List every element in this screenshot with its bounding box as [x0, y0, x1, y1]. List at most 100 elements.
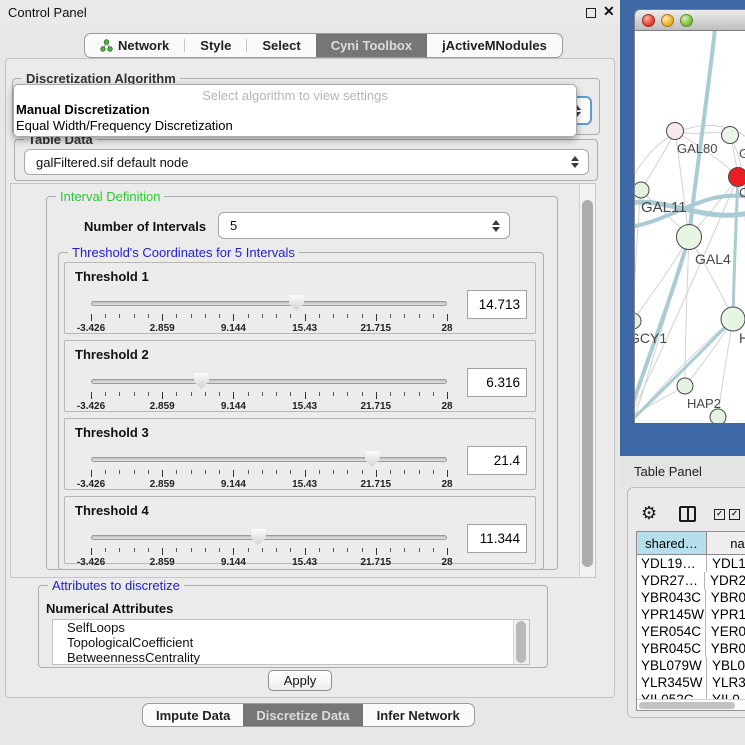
- svg-text:GAL80: GAL80: [677, 141, 717, 156]
- interval-definition-title: Interval Definition: [56, 189, 164, 204]
- slider-thumb[interactable]: [365, 451, 380, 467]
- column-header-shared-name[interactable]: shared…: [637, 532, 707, 555]
- table-row[interactable]: YDL19…YDL1: [637, 555, 745, 572]
- tab-style[interactable]: Style: [185, 34, 246, 57]
- control-panel-tab-bar: Network Style Select Cyni Toolbox jActiv…: [84, 33, 563, 58]
- gear-icon[interactable]: ⚙: [641, 503, 657, 524]
- algorithm-placeholder: Select algorithm to view settings: [14, 85, 576, 102]
- scrollbar-thumb[interactable]: [582, 200, 593, 567]
- tab-select[interactable]: Select: [247, 34, 315, 57]
- table-panel-title: Table Panel: [620, 464, 702, 479]
- algorithm-option-manual[interactable]: Manual Discretization: [14, 102, 576, 118]
- list-item[interactable]: SelfLoops: [53, 620, 529, 635]
- table-row[interactable]: YLR345WYLR3: [637, 674, 745, 691]
- checkbox-checked-icon[interactable]: ✓: [729, 509, 740, 520]
- number-of-intervals-combobox[interactable]: 5: [218, 212, 510, 239]
- svg-text:GCY1: GCY1: [635, 330, 667, 346]
- slider-thumb[interactable]: [194, 373, 209, 389]
- minimize-traffic-light-icon[interactable]: [661, 14, 674, 27]
- svg-text:GA: GA: [739, 146, 745, 161]
- network-graph[interactable]: GAL80 GA GAL11 C GAL4 GCY1 H HAP2: [635, 31, 745, 423]
- node-gal4[interactable]: [677, 225, 702, 250]
- thresholds-group-title: Threshold's Coordinates for 5 Intervals: [68, 245, 299, 260]
- svg-text:GAL11: GAL11: [641, 199, 687, 216]
- threshold-3-slider[interactable]: -3.4262.8599.14415.4321.71528: [91, 451, 447, 489]
- table-row[interactable]: YDR27…YDR2: [637, 572, 745, 589]
- horizontal-scrollbar[interactable]: [637, 699, 745, 710]
- float-window-icon[interactable]: [586, 8, 596, 18]
- threshold-1-value-input[interactable]: [467, 290, 527, 319]
- table-data-combobox[interactable]: galFiltered.sif default node: [24, 149, 589, 175]
- scrollbar-thumb[interactable]: [639, 702, 735, 709]
- slider-track[interactable]: [91, 301, 447, 306]
- table-header-row: shared… name: [637, 532, 745, 555]
- network-window-titlebar[interactable]: [634, 9, 745, 31]
- number-of-intervals-value: 5: [230, 218, 237, 233]
- table-body: YDL19…YDL1 YDR27…YDR2 YBR043CYBR0 YPR145…: [637, 555, 745, 701]
- slider-thumb[interactable]: [289, 295, 304, 311]
- slider-track[interactable]: [91, 379, 447, 384]
- tab-discretize-data[interactable]: Discretize Data: [243, 704, 362, 726]
- tab-network[interactable]: Network: [85, 34, 184, 57]
- tab-network-label: Network: [118, 38, 169, 53]
- column-header-name[interactable]: name: [707, 532, 745, 555]
- table-row[interactable]: YBR045CYBR0: [637, 640, 745, 657]
- vertical-scrollbar[interactable]: [579, 184, 595, 577]
- combo-spinner-icon: [571, 156, 579, 168]
- apply-button[interactable]: Apply: [268, 670, 332, 691]
- list-scrollbar[interactable]: [513, 620, 529, 664]
- threshold-4-value-input[interactable]: [467, 524, 527, 553]
- svg-text:GAL4: GAL4: [695, 251, 731, 267]
- node-gcy1[interactable]: [635, 313, 641, 329]
- slider-track[interactable]: [91, 457, 447, 462]
- close-icon[interactable]: ✕: [603, 3, 615, 20]
- table-row[interactable]: YER054CYER0: [637, 623, 745, 640]
- table-row[interactable]: YBL079WYBL0: [637, 657, 745, 674]
- node-attribute-table[interactable]: shared… name YDL19…YDL1 YDR27…YDR2 YBR04…: [636, 531, 745, 711]
- algorithm-dropdown-popup: Select algorithm to view settings Manual…: [13, 84, 577, 137]
- tab-impute-data[interactable]: Impute Data: [143, 704, 243, 726]
- threshold-2-panel: Threshold 2 -3.4262.8599.14415.4321.7152…: [64, 340, 536, 412]
- scrollbar-thumb[interactable]: [516, 621, 526, 663]
- threshold-2-value-input[interactable]: [467, 368, 527, 397]
- control-panel-title: Control Panel: [0, 5, 87, 20]
- zoom-traffic-light-icon[interactable]: [680, 14, 693, 27]
- node-gal80[interactable]: [667, 123, 684, 140]
- attributes-group-title: Attributes to discretize: [48, 578, 184, 593]
- threshold-1-slider[interactable]: -3.4262.8599.14415.4321.71528: [91, 295, 447, 333]
- threshold-4-slider[interactable]: -3.4262.8599.14415.4321.71528: [91, 529, 447, 567]
- tab-jactivemnodules[interactable]: jActiveMNodules: [427, 34, 562, 57]
- threshold-3-label: Threshold 3: [75, 425, 149, 440]
- close-traffic-light-icon[interactable]: [642, 14, 655, 27]
- threshold-1-panel: Threshold 1 -3.4262.8599.14415.4321.7152…: [64, 262, 536, 334]
- list-item[interactable]: BetweennessCentrality: [53, 650, 529, 665]
- threshold-1-label: Threshold 1: [75, 269, 149, 284]
- threshold-4-label: Threshold 4: [75, 503, 149, 518]
- node-h[interactable]: [721, 307, 745, 331]
- table-row[interactable]: YBR043CYBR0: [637, 589, 745, 606]
- list-item[interactable]: TopologicalCoefficient: [53, 635, 529, 650]
- node-hap2[interactable]: [677, 378, 693, 394]
- network-view[interactable]: GAL80 GA GAL11 C GAL4 GCY1 H HAP2: [634, 31, 745, 423]
- number-of-intervals-label: Number of Intervals: [84, 219, 206, 234]
- svg-text:HAP2: HAP2: [687, 396, 721, 411]
- slider-track[interactable]: [91, 535, 447, 540]
- numerical-attributes-label: Numerical Attributes: [46, 601, 173, 616]
- node-gal11[interactable]: [635, 182, 649, 198]
- threshold-3-value-input[interactable]: [467, 446, 527, 475]
- numerical-attributes-list[interactable]: SelfLoops TopologicalCoefficient Between…: [52, 619, 530, 665]
- tab-infer-network[interactable]: Infer Network: [363, 704, 474, 726]
- checkbox-checked-icon[interactable]: ✓: [714, 509, 725, 520]
- node-red-selected[interactable]: [729, 168, 745, 187]
- algorithm-option-equal-width[interactable]: Equal Width/Frequency Discretization: [14, 118, 576, 134]
- node-ga[interactable]: [722, 127, 739, 144]
- tab-cyni-toolbox[interactable]: Cyni Toolbox: [316, 34, 427, 57]
- node-bottom[interactable]: [710, 409, 726, 423]
- columns-icon[interactable]: [679, 506, 696, 522]
- slider-thumb[interactable]: [251, 529, 266, 545]
- threshold-2-slider[interactable]: -3.4262.8599.14415.4321.71528: [91, 373, 447, 411]
- table-panel-titlebar: Table Panel: [620, 456, 745, 486]
- threshold-2-label: Threshold 2: [75, 347, 149, 362]
- table-data-value: galFiltered.sif default node: [36, 155, 188, 170]
- table-row[interactable]: YPR145WYPR1: [637, 606, 745, 623]
